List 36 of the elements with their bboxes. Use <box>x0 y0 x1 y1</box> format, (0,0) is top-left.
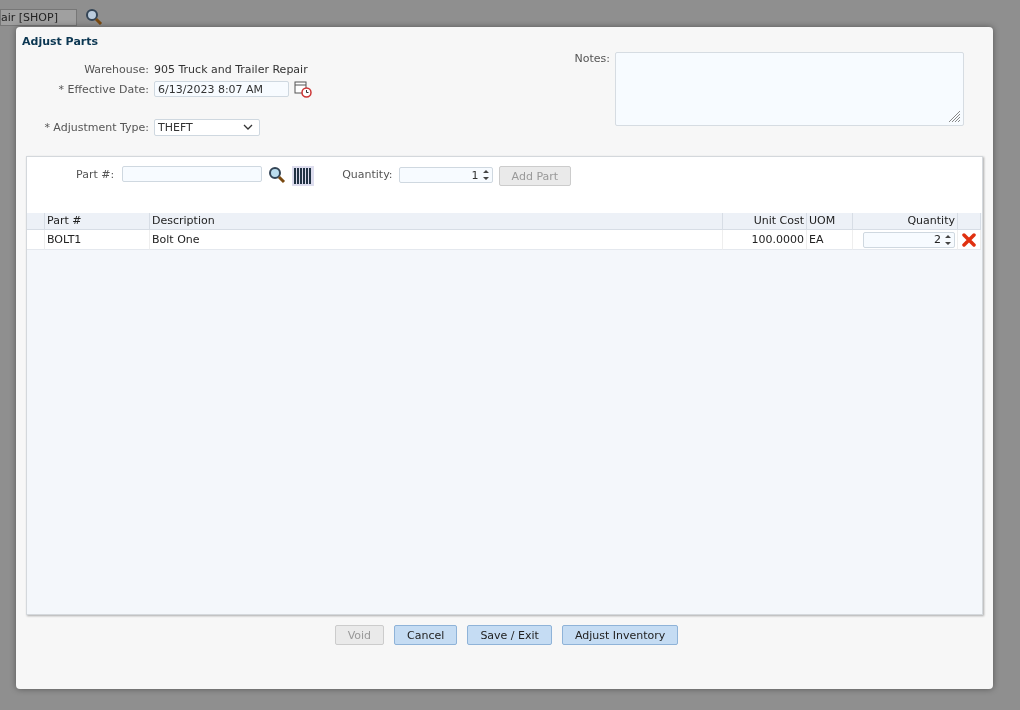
field-label: Warehouse: <box>83 62 149 76</box>
field-label: Notes: <box>574 52 610 67</box>
notes-field[interactable] <box>615 52 964 126</box>
quantity-field[interactable]: 1 <box>398 167 493 183</box>
field-label: Quantity: <box>342 167 393 183</box>
calendar-clock-icon[interactable] <box>294 80 312 98</box>
barcode-icon[interactable] <box>292 166 315 186</box>
table-cell: BOLT1 <box>45 230 150 250</box>
dialog-button[interactable]: Cancel <box>394 625 458 645</box>
search-icon[interactable] <box>268 166 287 184</box>
column-header: Unit Cost <box>723 213 807 230</box>
table-cell: EA <box>807 230 853 250</box>
column-header: Quantity <box>853 213 958 230</box>
dialog-button[interactable]: Adjust Inventory <box>561 625 679 645</box>
column-header: Description <box>150 213 723 230</box>
table-cell: 100.0000 <box>723 230 807 250</box>
field-label: * Adjustment Type: <box>43 120 149 134</box>
field-label: Part #: <box>76 167 115 183</box>
warehouse-value: 905 Truck and Trailer Repair <box>154 62 308 76</box>
search-icon[interactable] <box>84 8 103 26</box>
column-header: Part # <box>45 213 150 230</box>
column-header: UOM <box>807 213 853 230</box>
part-number-field[interactable] <box>122 166 263 182</box>
delete-icon[interactable] <box>962 232 976 247</box>
resize-grip-icon[interactable] <box>949 111 961 123</box>
field-label: * Effective Date: <box>57 82 149 96</box>
background-field[interactable]: air [SHOP] <box>0 8 77 26</box>
quantity-field[interactable]: 2 <box>863 231 955 248</box>
adjustment-type-dropdown[interactable]: THEFT <box>154 118 260 136</box>
dialog-button[interactable]: Save / Exit <box>467 625 552 645</box>
spinner-icon[interactable] <box>944 232 952 247</box>
date-field[interactable]: 6/13/2023 8:07 AM <box>154 81 289 97</box>
spinner-icon[interactable] <box>481 168 490 182</box>
chevron-down-icon[interactable] <box>243 124 253 130</box>
table-cell: Bolt One <box>150 230 723 250</box>
dialog-title: Adjust Parts <box>22 35 100 48</box>
